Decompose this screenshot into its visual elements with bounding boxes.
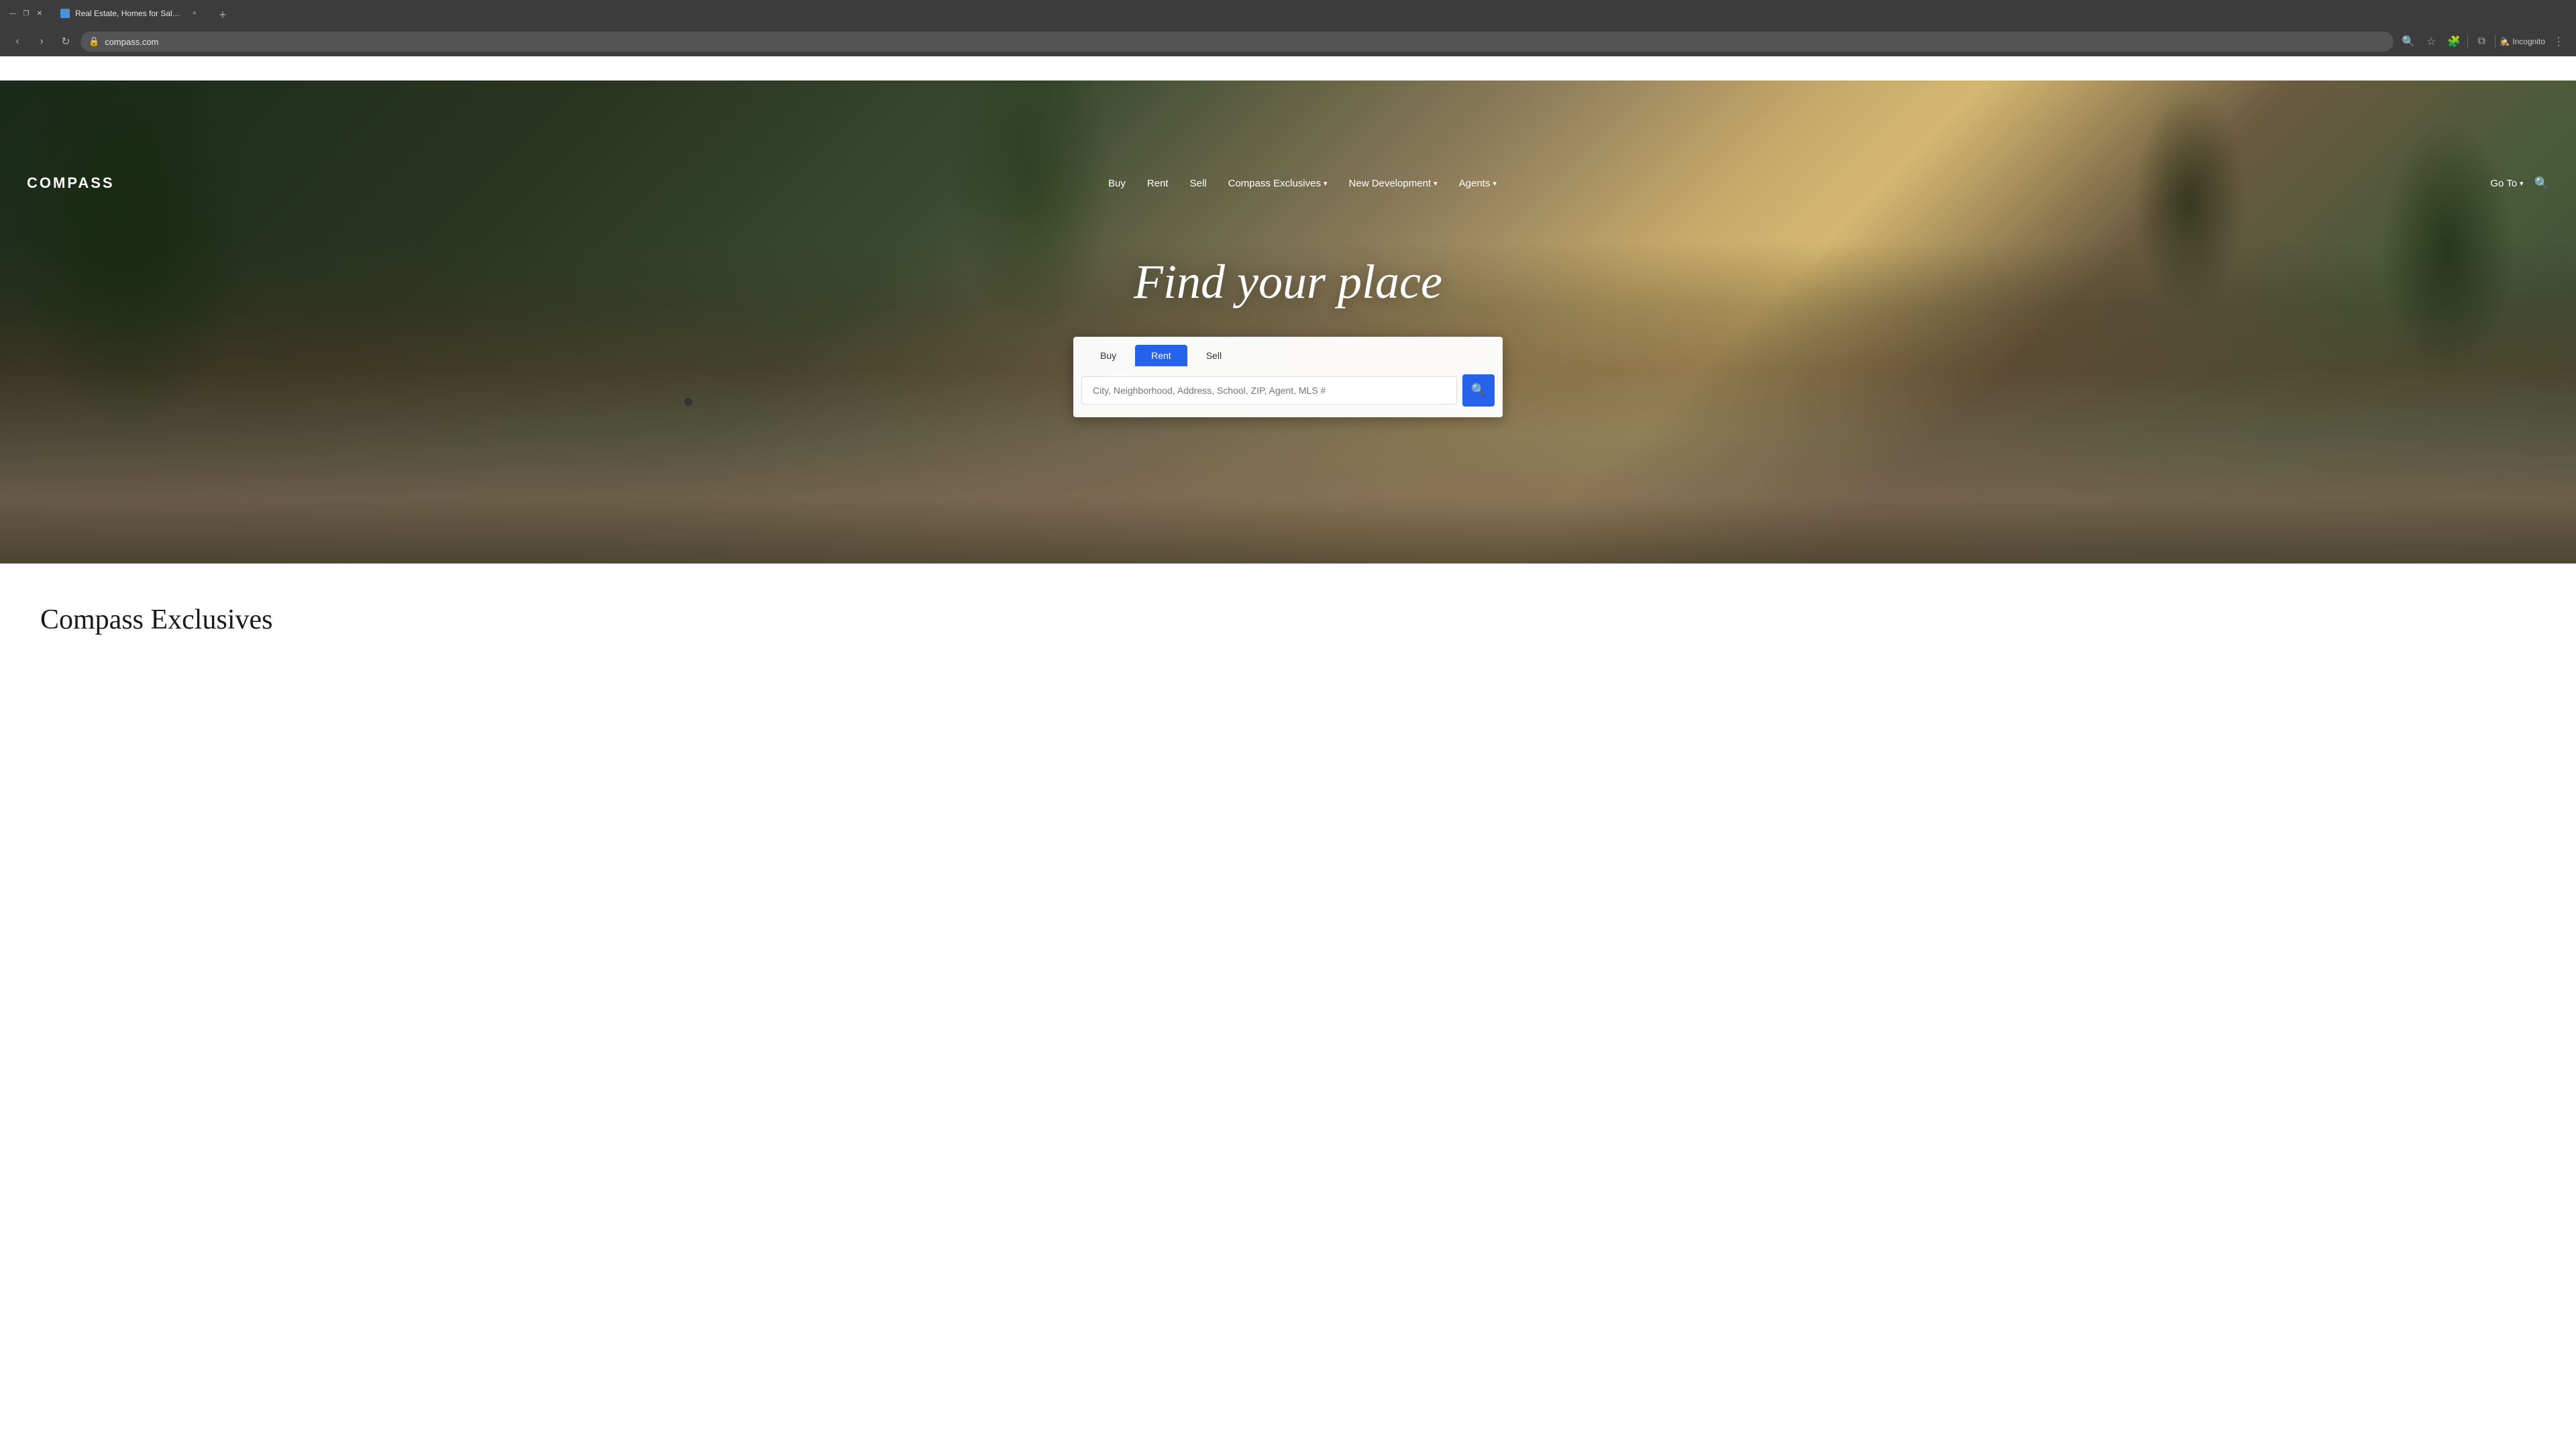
tab-bar: Real Estate, Homes for Sale & ... × + — [50, 3, 2568, 24]
hero-content: Find your place Buy Rent Sell 🔍 — [0, 80, 2576, 564]
incognito-badge: 🕵️ Incognito — [2500, 37, 2545, 46]
site-logo[interactable]: COMPASS — [27, 174, 115, 192]
refresh-button[interactable]: ↻ — [56, 32, 75, 51]
below-hero-section: Compass Exclusives — [0, 564, 2576, 663]
nav-new-development-label: New Development — [1349, 178, 1432, 189]
browser-titlebar: — ❐ ✕ Real Estate, Homes for Sale & ... … — [0, 0, 2576, 27]
toolbar-actions: 🔍 ☆ 🧩 ⧉ 🕵️ Incognito ⋮ — [2399, 32, 2568, 51]
incognito-label: Incognito — [2512, 37, 2545, 46]
new-tab-button[interactable]: + — [213, 5, 232, 24]
new-development-chevron-icon: ▾ — [1434, 179, 1438, 188]
address-text: compass.com — [105, 37, 158, 47]
nav-sell-label: Sell — [1190, 178, 1207, 189]
compass-exclusives-chevron-icon: ▾ — [1324, 179, 1328, 188]
search-input-row: 🔍 — [1073, 366, 1503, 417]
security-icon: 🔒 — [89, 36, 99, 47]
tab-favicon — [60, 9, 70, 18]
nav-agents-label: Agents — [1459, 178, 1491, 189]
tab-title: Real Estate, Homes for Sale & ... — [75, 9, 184, 18]
agents-chevron-icon: ▾ — [1493, 179, 1497, 188]
nav-agents[interactable]: Agents ▾ — [1459, 178, 1497, 189]
browser-toolbar: ‹ › ↻ 🔒 compass.com 🔍 ☆ 🧩 ⧉ 🕵️ Incognito… — [0, 27, 2576, 56]
extensions-icon-button[interactable]: 🧩 — [2445, 32, 2463, 51]
page-content: COMPASS Buy Rent Sell Compass Exclusives… — [0, 80, 2576, 663]
nav-links: Buy Rent Sell Compass Exclusives ▾ New D… — [1108, 178, 1497, 189]
search-icon-button[interactable]: 🔍 — [2399, 32, 2418, 51]
forward-button[interactable]: › — [32, 32, 51, 51]
toolbar-divider-2 — [2495, 35, 2496, 48]
site-navigation: COMPASS Buy Rent Sell Compass Exclusives… — [0, 161, 2576, 205]
bookmark-icon-button[interactable]: ☆ — [2422, 32, 2440, 51]
window-close-button[interactable]: ✕ — [35, 9, 44, 18]
toolbar-divider — [2467, 35, 2468, 48]
nav-compass-exclusives-label: Compass Exclusives — [1228, 178, 1321, 189]
search-box: Buy Rent Sell 🔍 — [1073, 337, 1503, 417]
goto-button[interactable]: Go To ▾ — [2490, 178, 2523, 189]
nav-rent[interactable]: Rent — [1147, 178, 1169, 189]
split-view-button[interactable]: ⧉ — [2472, 32, 2491, 51]
back-button[interactable]: ‹ — [8, 32, 27, 51]
nav-buy-label: Buy — [1108, 178, 1126, 189]
tab-close-button[interactable]: × — [189, 8, 200, 19]
search-tab-sell[interactable]: Sell — [1190, 345, 1238, 366]
address-bar[interactable]: 🔒 compass.com — [80, 32, 2394, 52]
search-submit-icon: 🔍 — [1471, 383, 1486, 397]
window-minimize-button[interactable]: — — [8, 9, 17, 18]
incognito-icon: 🕵️ — [2500, 37, 2510, 46]
nav-right: Go To ▾ 🔍 — [2490, 176, 2549, 191]
nav-rent-label: Rent — [1147, 178, 1169, 189]
hero-section: COMPASS Buy Rent Sell Compass Exclusives… — [0, 80, 2576, 564]
nav-sell[interactable]: Sell — [1190, 178, 1207, 189]
search-tab-buy[interactable]: Buy — [1084, 345, 1132, 366]
nav-compass-exclusives[interactable]: Compass Exclusives ▾ — [1228, 178, 1328, 189]
search-input[interactable] — [1081, 376, 1457, 405]
browser-tab[interactable]: Real Estate, Homes for Sale & ... × — [50, 3, 211, 24]
nav-buy[interactable]: Buy — [1108, 178, 1126, 189]
window-controls: — ❐ ✕ — [8, 9, 44, 18]
goto-label: Go To — [2490, 178, 2517, 189]
search-tabs: Buy Rent Sell — [1073, 337, 1503, 366]
goto-chevron-icon: ▾ — [2520, 179, 2524, 188]
menu-button[interactable]: ⋮ — [2549, 32, 2568, 51]
browser-chrome: — ❐ ✕ Real Estate, Homes for Sale & ... … — [0, 0, 2576, 56]
compass-exclusives-section-title: Compass Exclusives — [40, 604, 2536, 636]
search-tab-rent[interactable]: Rent — [1135, 345, 1187, 366]
window-maximize-button[interactable]: ❐ — [21, 9, 31, 18]
search-submit-button[interactable]: 🔍 — [1462, 374, 1495, 407]
nav-search-button[interactable]: 🔍 — [2534, 176, 2549, 191]
hero-title: Find your place — [1134, 254, 1442, 310]
nav-new-development[interactable]: New Development ▾ — [1349, 178, 1438, 189]
